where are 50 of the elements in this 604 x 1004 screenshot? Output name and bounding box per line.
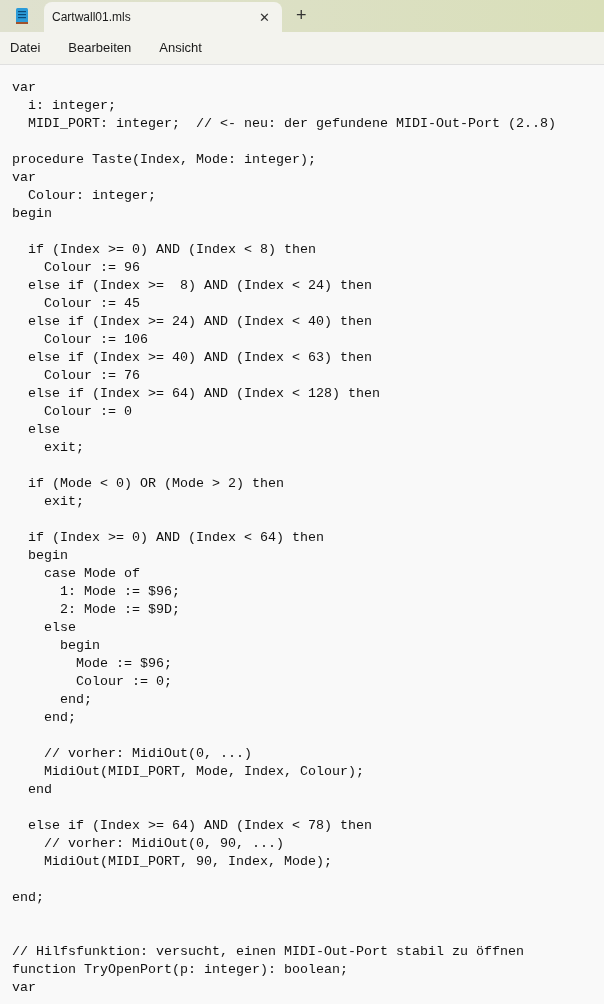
- menu-item[interactable]: Ansicht: [159, 38, 202, 58]
- code-line: else if (Index >= 24) AND (Index < 40) then: [27, 314, 372, 329]
- code-line: procedure Taste(Index, Mode: integer);: [12, 152, 316, 167]
- code-line: else: [27, 422, 60, 437]
- code-line: else if (Index >= 64) AND (Index < 128) then: [27, 386, 380, 401]
- code-line: MIDI_PORT: integer; // <- neu: der gefundene MIDI-Out-Port (2..8): [27, 116, 556, 131]
- notepad-icon: [15, 7, 29, 25]
- code-line: 2: Mode := $9D;: [59, 602, 180, 617]
- code-line: var: [12, 980, 36, 995]
- code-line: // vorher: MidiOut(0, 90, ...): [43, 836, 284, 851]
- code-line: end;: [59, 692, 92, 707]
- code-line: MidiOut(MIDI_PORT, Mode, Index, Colour);: [43, 764, 364, 779]
- code-line: Colour := 96: [43, 260, 140, 275]
- code-line: var: [12, 170, 36, 185]
- code-line: Mode := $96;: [75, 656, 172, 671]
- code-line: exit;: [43, 440, 84, 455]
- new-tab-button[interactable]: +: [296, 6, 307, 24]
- code-line: exit;: [43, 494, 84, 509]
- code-line: else if (Index >= 40) AND (Index < 63) then: [27, 350, 372, 365]
- file-tab[interactable]: Cartwall01.mls ✕: [44, 2, 282, 32]
- code-line: begin: [59, 638, 100, 653]
- code-line: Colour := 45: [43, 296, 140, 311]
- code-line: Colour := 106: [43, 332, 148, 347]
- menu-item[interactable]: Bearbeiten: [68, 38, 132, 58]
- code-line: MidiOut(MIDI_PORT, 90, Index, Mode);: [43, 854, 332, 869]
- code-line: Colour := 0: [43, 404, 132, 419]
- tab-title: Cartwall01.mls: [52, 9, 132, 26]
- code-line: else: [43, 620, 76, 635]
- code-line: begin: [12, 206, 52, 221]
- code-line: else if (Index >= 64) AND (Index < 78) then: [27, 818, 372, 833]
- code-line: 1: Mode := $96;: [59, 584, 180, 599]
- close-tab-button[interactable]: ✕: [259, 10, 270, 24]
- code-line: // Hilfsfunktion: versucht, einen MIDI-Out-Port stabil zu öffnen: [12, 944, 524, 959]
- code-line: i: integer;: [27, 98, 116, 113]
- code-line: Colour := 0;: [75, 674, 172, 689]
- code-line: if (Index >= 0) AND (Index < 8) then: [27, 242, 316, 257]
- menu-item[interactable]: Datei: [10, 38, 41, 58]
- code-line: begin: [27, 548, 68, 563]
- code-line: // vorher: MidiOut(0, ...): [43, 746, 252, 761]
- code-line: Colour := 76: [43, 368, 140, 383]
- code-line: end;: [43, 710, 76, 725]
- code-line: function TryOpenPort(p: integer): boolean;: [12, 962, 348, 977]
- code-line: end;: [12, 890, 44, 905]
- code-line: if (Mode < 0) OR (Mode > 2) then: [27, 476, 284, 491]
- code-line: Colour: integer;: [27, 188, 156, 203]
- code-line: else if (Index >= 8) AND (Index < 24) then: [27, 278, 372, 293]
- code-line: case Mode of: [43, 566, 140, 581]
- code-line: end: [27, 782, 52, 797]
- code-line: var: [12, 80, 36, 95]
- code-line: if (Index >= 0) AND (Index < 64) then: [27, 530, 324, 545]
